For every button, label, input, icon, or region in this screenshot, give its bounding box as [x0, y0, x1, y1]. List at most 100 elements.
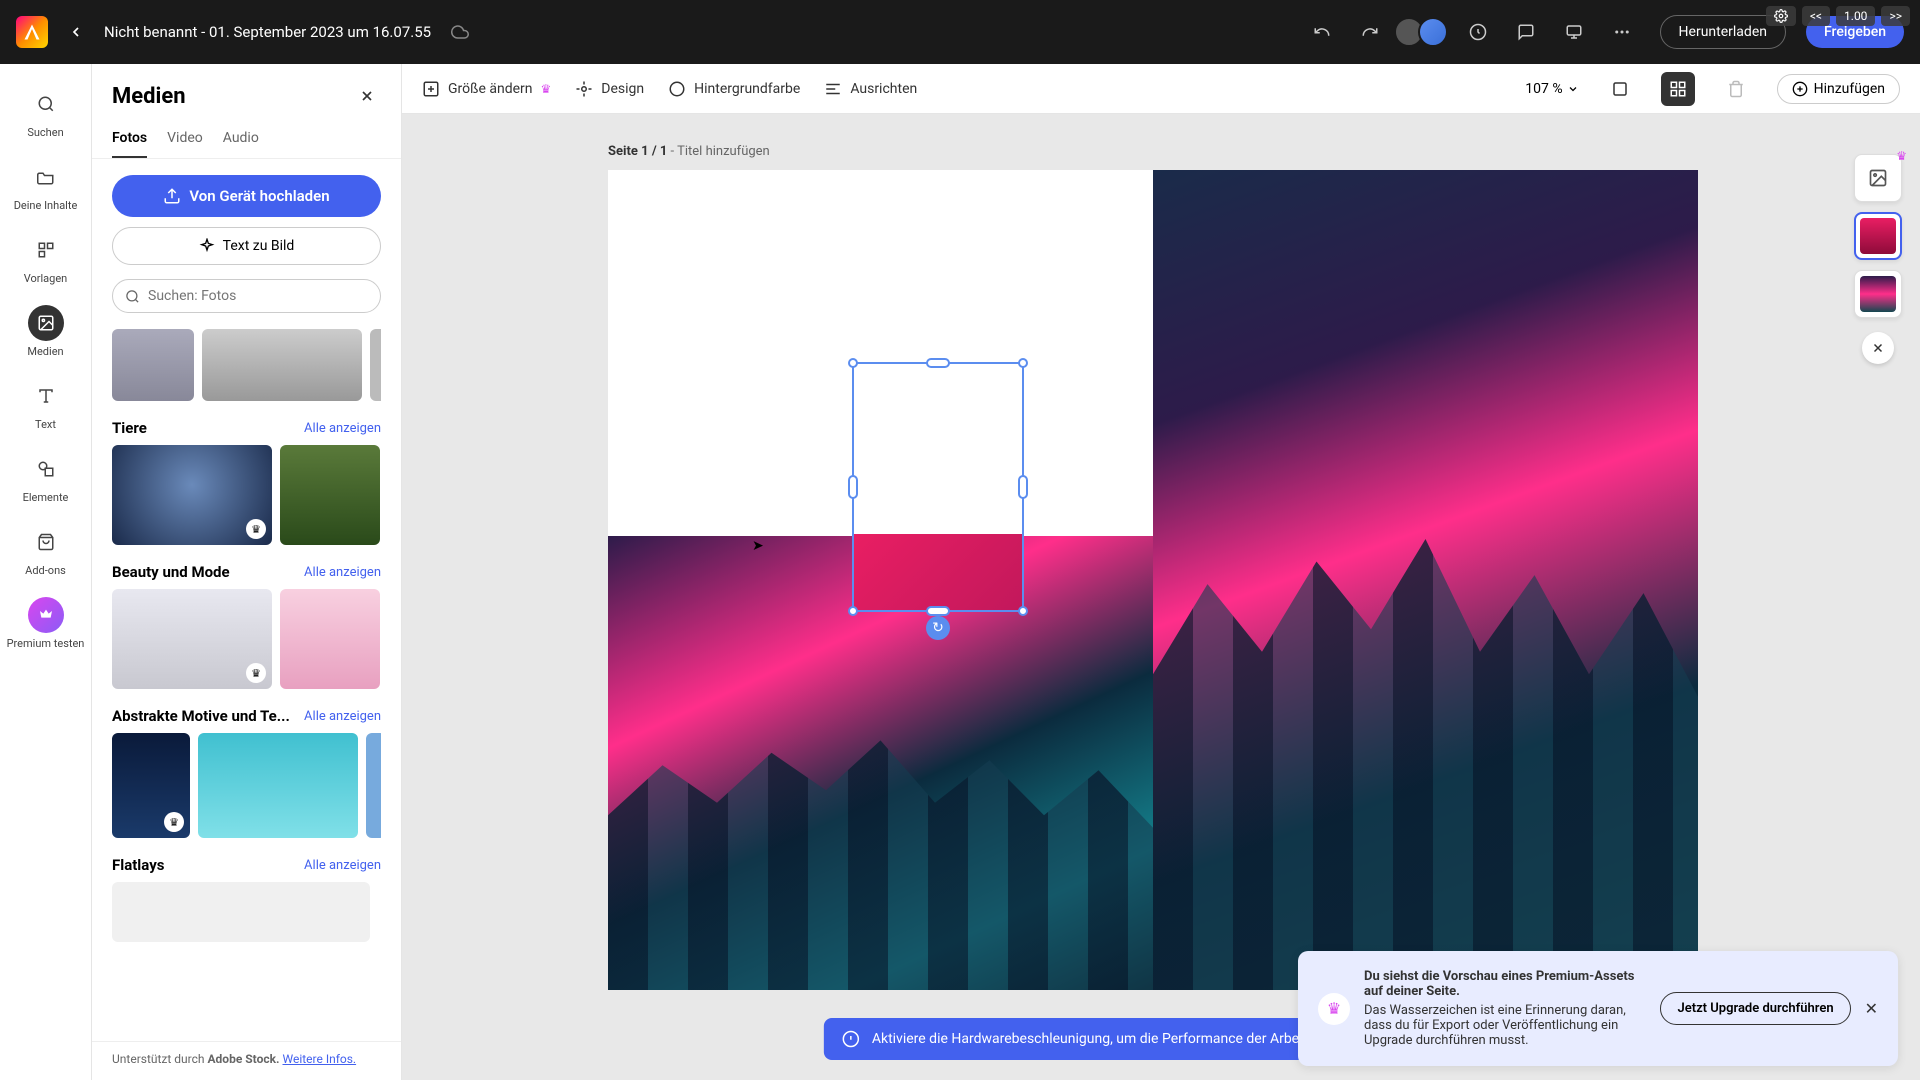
resize-handle[interactable]: [1018, 358, 1028, 368]
rotate-handle[interactable]: ↻: [926, 616, 950, 640]
document-title[interactable]: Nicht benannt - 01. September 2023 um 16…: [104, 23, 431, 41]
more-button[interactable]: [1604, 14, 1640, 50]
view-all-link[interactable]: Alle anzeigen: [304, 565, 381, 580]
plus-icon: [1792, 81, 1808, 97]
grid-mode-button[interactable]: [1661, 72, 1695, 106]
align-button[interactable]: Ausrichten: [824, 80, 917, 98]
rail-text[interactable]: Text: [0, 368, 91, 441]
category-title: Beauty und Mode: [112, 563, 230, 581]
rail-label: Text: [35, 418, 56, 431]
upgrade-button[interactable]: Jetzt Upgrade durchführen: [1660, 992, 1850, 1025]
view-all-link[interactable]: Alle anzeigen: [304, 858, 381, 873]
panel-tabs: Fotos Video Audio: [92, 120, 401, 159]
panel-close-button[interactable]: [353, 82, 381, 110]
t2i-label: Text zu Bild: [223, 238, 295, 254]
left-rail: Suchen Deine Inhalte Vorlagen Medien Tex…: [0, 64, 92, 1080]
search-input[interactable]: [148, 288, 368, 304]
help-button[interactable]: [1460, 14, 1496, 50]
rail-your-content[interactable]: Deine Inhalte: [0, 149, 91, 222]
layer-panel: ♛: [1854, 154, 1902, 368]
resize-handle[interactable]: [1018, 606, 1028, 616]
resize-handle[interactable]: [1018, 475, 1028, 499]
resize-handle[interactable]: [926, 358, 950, 368]
rail-label: Suchen: [27, 126, 63, 139]
speed-prev-chip[interactable]: <<: [1802, 6, 1830, 26]
circle-icon: [668, 80, 686, 98]
bgcolor-button[interactable]: Hintergrundfarbe: [668, 80, 800, 98]
resize-handle[interactable]: [848, 358, 858, 368]
photo-thumb[interactable]: [280, 589, 380, 689]
rail-elements[interactable]: Elemente: [0, 441, 91, 514]
page-indicator[interactable]: Seite 1 / 1 - Titel hinzufügen: [608, 144, 770, 159]
selection-box[interactable]: ↻: [852, 362, 1024, 612]
media-search[interactable]: [112, 279, 381, 313]
photo-thumb[interactable]: ♛: [112, 733, 190, 838]
rail-premium[interactable]: Premium testen: [0, 587, 91, 660]
rail-label: Vorlagen: [24, 272, 68, 285]
crown-icon: ♛: [1318, 993, 1350, 1025]
photo-thumb[interactable]: [112, 329, 194, 401]
tab-video[interactable]: Video: [167, 120, 203, 158]
crown-icon: [28, 597, 64, 633]
photo-thumb[interactable]: [198, 733, 358, 838]
info-icon: [842, 1030, 860, 1048]
resize-handle[interactable]: [926, 606, 950, 616]
rail-label: Medien: [27, 345, 63, 358]
view-all-link[interactable]: Alle anzeigen: [304, 709, 381, 724]
context-toolbar: Größe ändern ♛ Design Hintergrundfarbe A…: [402, 64, 1920, 114]
align-icon: [824, 80, 842, 98]
rail-templates[interactable]: Vorlagen: [0, 222, 91, 295]
media-icon: [28, 305, 64, 341]
rail-search[interactable]: Suchen: [0, 76, 91, 149]
rail-media[interactable]: Medien: [0, 295, 91, 368]
view-all-link[interactable]: Alle anzeigen: [304, 421, 381, 436]
photo-thumb[interactable]: [280, 445, 380, 545]
upload-button[interactable]: Von Gerät hochladen: [112, 175, 381, 217]
rail-addons[interactable]: Add-ons: [0, 514, 91, 587]
canvas-image-right[interactable]: [1153, 170, 1698, 990]
sparkle-icon: [199, 238, 215, 254]
redo-button[interactable]: [1352, 14, 1388, 50]
layer-panel-close[interactable]: [1862, 332, 1894, 364]
resize-button[interactable]: Größe ändern ♛: [422, 80, 551, 98]
toast-close[interactable]: ✕: [1865, 999, 1878, 1018]
canvas-area[interactable]: Seite 1 / 1 - Titel hinzufügen ↻ ➤ ♛: [402, 114, 1920, 1080]
more-info-link[interactable]: Weitere Infos.: [282, 1052, 356, 1066]
media-panel: Medien Fotos Video Audio Von Gerät hochl…: [92, 64, 402, 1080]
resize-handle[interactable]: [848, 475, 858, 499]
add-button[interactable]: Hinzufügen: [1777, 74, 1900, 104]
speed-next-chip[interactable]: >>: [1881, 6, 1910, 26]
photo-thumb[interactable]: ♛: [112, 445, 272, 545]
undo-button[interactable]: [1304, 14, 1340, 50]
delete-button[interactable]: [1719, 72, 1753, 106]
layer-thumb-2[interactable]: [1854, 270, 1902, 318]
canvas-page[interactable]: ↻ ➤: [608, 170, 1698, 990]
view-mode-button[interactable]: [1603, 72, 1637, 106]
layer-thumb-1[interactable]: [1854, 212, 1902, 260]
tab-audio[interactable]: Audio: [223, 120, 259, 158]
tab-photos[interactable]: Fotos: [112, 120, 147, 158]
app-logo[interactable]: [16, 16, 48, 48]
settings-chip[interactable]: [1766, 6, 1796, 26]
crown-icon: ♛: [541, 82, 552, 96]
comment-button[interactable]: [1508, 14, 1544, 50]
photo-thumb[interactable]: ♛: [112, 589, 272, 689]
photo-thumb[interactable]: [366, 733, 381, 838]
photo-thumb[interactable]: [202, 329, 362, 401]
topbar: Nicht benannt - 01. September 2023 um 16…: [0, 0, 1920, 64]
bag-icon: [28, 524, 64, 560]
category-title: Flatlays: [112, 856, 164, 874]
photo-thumb[interactable]: [370, 329, 381, 401]
zoom-dropdown[interactable]: 107 %: [1525, 81, 1578, 97]
upload-icon: [163, 187, 181, 205]
photo-thumb[interactable]: [112, 882, 370, 942]
selected-element[interactable]: [854, 534, 1022, 610]
back-button[interactable]: [60, 16, 92, 48]
resize-handle[interactable]: [848, 606, 858, 616]
text-to-image-button[interactable]: Text zu Bild: [112, 227, 381, 265]
collaborator-avatars[interactable]: [1400, 17, 1448, 47]
present-button[interactable]: [1556, 14, 1592, 50]
layer-add-button[interactable]: ♛: [1854, 154, 1902, 202]
design-button[interactable]: Design: [575, 80, 644, 98]
rail-label: Elemente: [23, 491, 69, 504]
